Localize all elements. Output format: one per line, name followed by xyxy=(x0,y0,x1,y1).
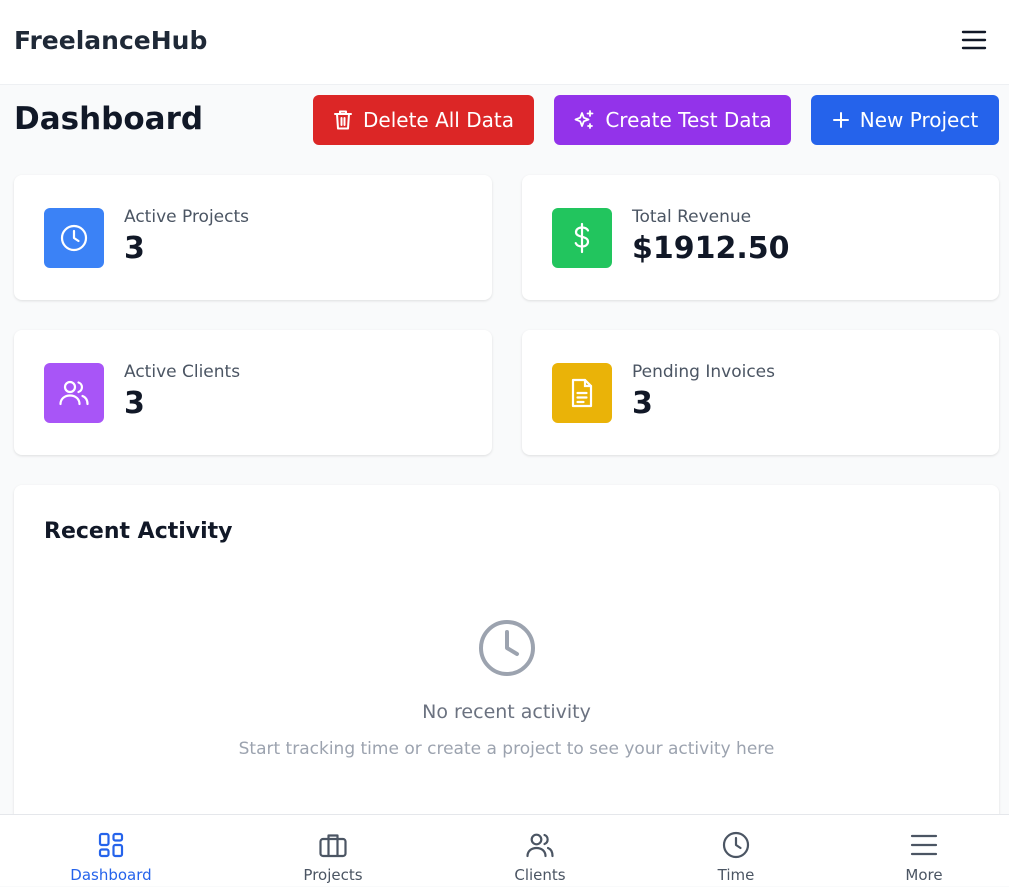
nav-label: More xyxy=(905,866,943,884)
nav-label: Time xyxy=(717,866,755,884)
stat-icon-box xyxy=(44,363,104,423)
nav-label: Dashboard xyxy=(70,866,152,884)
sparkles-icon xyxy=(574,110,594,129)
menu-icon xyxy=(910,834,938,856)
nav-item-time[interactable]: Time xyxy=(676,815,796,887)
briefcase-icon xyxy=(319,834,347,858)
nav-item-clients[interactable]: Clients xyxy=(480,815,600,887)
create-test-data-label: Create Test Data xyxy=(605,108,772,132)
users-icon xyxy=(59,380,89,406)
menu-icon xyxy=(961,30,987,50)
plus-icon xyxy=(832,112,849,128)
stat-label: Total Revenue xyxy=(632,207,752,227)
clock-icon xyxy=(60,224,88,252)
stat-value: 3 xyxy=(124,386,145,421)
stat-card-active-clients: Active Clients 3 xyxy=(14,330,492,455)
stat-value: $1912.50 xyxy=(632,231,790,266)
stat-card-total-revenue: Total Revenue $1912.50 xyxy=(522,175,999,300)
trash-icon xyxy=(334,110,352,130)
top-bar: FreelanceHub xyxy=(0,0,1009,85)
dashboard-icon xyxy=(98,832,124,858)
empty-state-title: No recent activity xyxy=(422,701,591,723)
page-title: Dashboard xyxy=(14,101,204,137)
stat-icon-box xyxy=(552,208,612,268)
delete-all-data-button[interactable]: Delete All Data xyxy=(313,95,534,145)
clock-icon xyxy=(722,831,750,859)
stat-card-pending-invoices: Pending Invoices 3 xyxy=(522,330,999,455)
nav-label: Clients xyxy=(514,866,566,884)
stat-label: Active Projects xyxy=(124,207,250,227)
menu-button[interactable] xyxy=(956,24,992,56)
clock-icon xyxy=(479,620,535,676)
recent-activity-title: Recent Activity xyxy=(44,519,233,544)
stat-icon-box xyxy=(44,208,104,268)
document-icon xyxy=(571,378,593,408)
new-project-label: New Project xyxy=(859,108,979,132)
stat-value: 3 xyxy=(632,386,653,421)
bottom-nav: Dashboard Projects Clients Time More xyxy=(0,814,1009,886)
stat-value: 3 xyxy=(124,231,145,266)
recent-activity-card: Recent Activity No recent activity Start… xyxy=(14,485,999,825)
stat-label: Pending Invoices xyxy=(632,362,775,382)
empty-state-subtitle: Start tracking time or create a project … xyxy=(238,739,775,759)
delete-all-data-label: Delete All Data xyxy=(363,108,514,132)
stat-icon-box xyxy=(552,363,612,423)
nav-item-more[interactable]: More xyxy=(864,815,984,887)
stat-card-active-projects: Active Projects 3 xyxy=(14,175,492,300)
nav-item-projects[interactable]: Projects xyxy=(273,815,393,887)
users-icon xyxy=(526,833,554,858)
create-test-data-button[interactable]: Create Test Data xyxy=(554,95,791,145)
new-project-button[interactable]: New Project xyxy=(811,95,999,145)
nav-label: Projects xyxy=(303,866,363,884)
stat-label: Active Clients xyxy=(124,362,241,382)
dollar-icon xyxy=(574,222,590,254)
app-title[interactable]: FreelanceHub xyxy=(14,26,207,56)
nav-item-dashboard[interactable]: Dashboard xyxy=(51,815,171,887)
